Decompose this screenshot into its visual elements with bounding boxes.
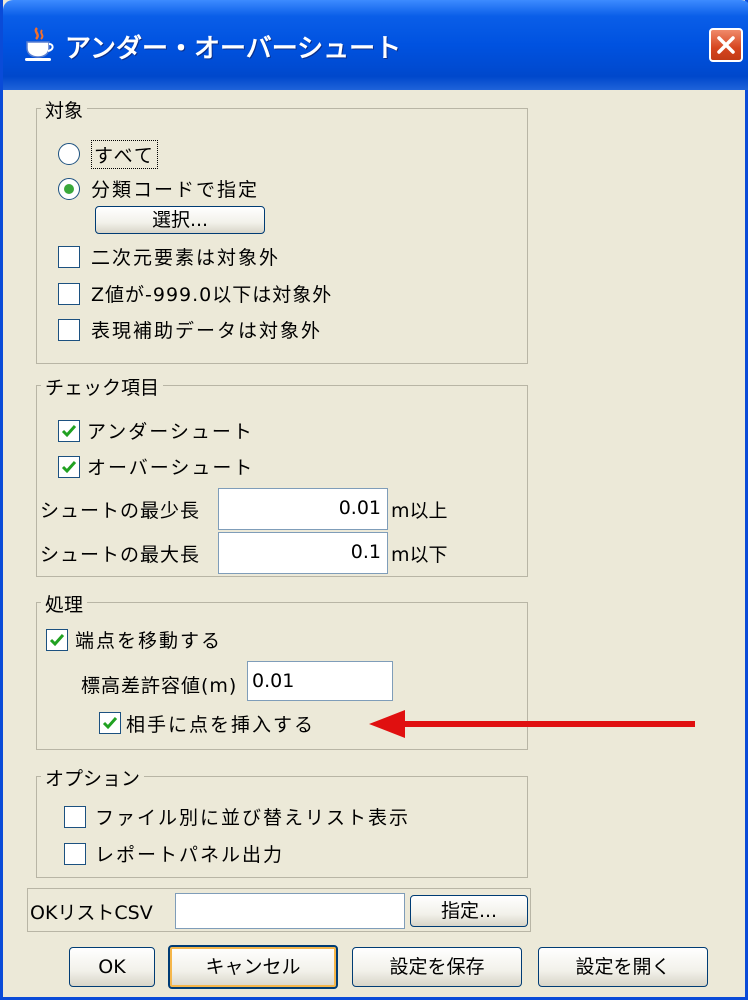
check-icon bbox=[49, 634, 65, 647]
cancel-button[interactable]: キャンセル bbox=[168, 945, 338, 989]
move-endpoint-checkbox[interactable] bbox=[46, 629, 68, 651]
java-cup-icon bbox=[23, 26, 55, 62]
overshoot-label: オーバーシュート bbox=[87, 457, 255, 479]
specify-button[interactable]: 指定... bbox=[410, 895, 528, 927]
sort-list-label: ファイル別に並び替えリスト表示 bbox=[95, 807, 411, 829]
options-legend: オプション bbox=[41, 764, 145, 791]
max-length-unit: m以下 bbox=[391, 544, 448, 566]
exclude-aux-checkbox[interactable] bbox=[58, 319, 80, 341]
open-settings-button[interactable]: 設定を開く bbox=[538, 947, 708, 987]
radio-code-label: 分類コードで指定 bbox=[91, 179, 260, 201]
red-arrow-icon bbox=[369, 710, 695, 738]
window-title: アンダー・オーバーシュート bbox=[65, 34, 402, 64]
close-icon bbox=[717, 36, 735, 54]
dialog-window: アンダー・オーバーシュート 対象 すべて 分類コードで指定 選択... 二次元要… bbox=[0, 0, 748, 1000]
min-length-input[interactable]: 0.01 bbox=[218, 488, 388, 530]
exclude-aux-label: 表現補助データは対象外 bbox=[91, 320, 323, 342]
report-panel-checkbox[interactable] bbox=[64, 843, 86, 865]
title-bar[interactable]: アンダー・オーバーシュート bbox=[3, 0, 748, 90]
insert-point-checkbox[interactable] bbox=[99, 712, 121, 734]
max-length-input[interactable]: 0.1 bbox=[218, 532, 388, 574]
save-settings-button[interactable]: 設定を保存 bbox=[352, 947, 522, 987]
target-legend: 対象 bbox=[41, 96, 88, 123]
min-length-label: シュートの最少長 bbox=[40, 500, 201, 522]
tolerance-input[interactable]: 0.01 bbox=[247, 661, 393, 701]
min-length-unit: m以上 bbox=[391, 500, 448, 522]
exclude-z-checkbox[interactable] bbox=[58, 283, 80, 305]
radio-all[interactable] bbox=[58, 143, 80, 165]
check-icon bbox=[102, 717, 118, 730]
radio-code[interactable] bbox=[58, 178, 80, 200]
max-length-label: シュートの最大長 bbox=[40, 544, 201, 566]
report-panel-label: レポートパネル出力 bbox=[95, 844, 285, 866]
sort-list-checkbox[interactable] bbox=[64, 806, 86, 828]
overshoot-checkbox[interactable] bbox=[58, 456, 80, 478]
ok-list-input[interactable] bbox=[175, 893, 405, 929]
undershoot-checkbox[interactable] bbox=[58, 420, 80, 442]
ok-button[interactable]: OK bbox=[69, 947, 155, 987]
close-button[interactable] bbox=[709, 28, 743, 62]
check-items-legend: チェック項目 bbox=[41, 373, 164, 400]
insert-point-label: 相手に点を挿入する bbox=[126, 714, 316, 736]
radio-all-label: すべて bbox=[91, 140, 158, 169]
tolerance-label: 標高差許容値(m) bbox=[81, 675, 238, 697]
select-button[interactable]: 選択... bbox=[95, 206, 265, 234]
check-icon bbox=[61, 461, 77, 474]
exclude-z-label: Z値が-999.0以下は対象外 bbox=[91, 284, 333, 306]
process-legend: 処理 bbox=[41, 590, 88, 617]
exclude-2d-label: 二次元要素は対象外 bbox=[91, 247, 281, 269]
undershoot-label: アンダーシュート bbox=[87, 421, 254, 443]
ok-list-label: OKリストCSV bbox=[30, 902, 153, 924]
exclude-2d-checkbox[interactable] bbox=[58, 246, 80, 268]
move-endpoint-label: 端点を移動する bbox=[75, 630, 223, 652]
check-icon bbox=[61, 425, 77, 438]
